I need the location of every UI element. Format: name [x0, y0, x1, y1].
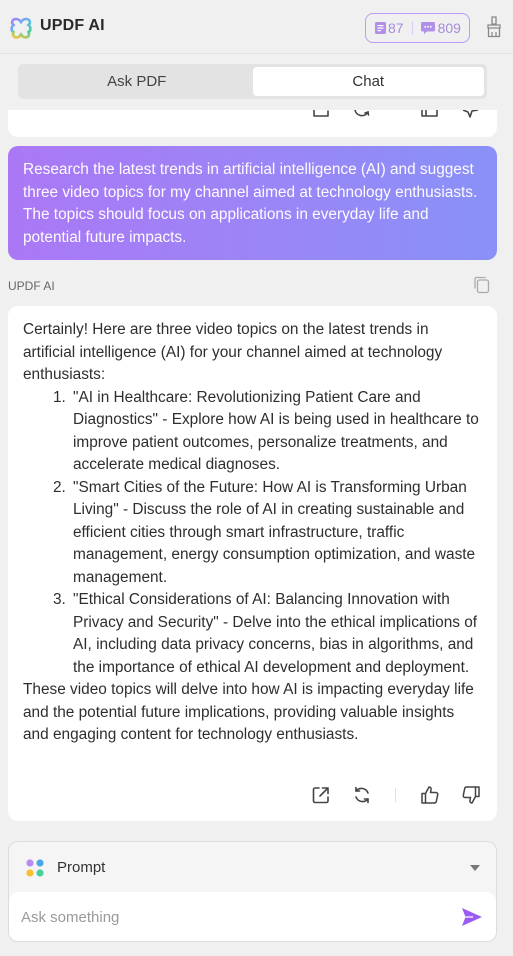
input-row [9, 892, 496, 941]
clear-chat-brush-icon[interactable] [485, 15, 503, 39]
chat-quota-count: 809 [437, 20, 461, 36]
tab-ask-pdf[interactable]: Ask PDF [21, 67, 253, 96]
thumbs-down-icon[interactable] [460, 784, 482, 806]
response-intro: Certainly! Here are three video topics o… [23, 321, 443, 383]
list-item-text: "AI in Healthcare: Revolutionizing Patie… [73, 388, 479, 474]
list-item: 3. "Ethical Considerations of AI: Balanc… [53, 589, 483, 679]
thumbs-down-icon[interactable] [460, 110, 482, 120]
thumbs-up-icon[interactable] [419, 784, 441, 806]
export-icon[interactable] [310, 784, 332, 806]
ask-input[interactable] [21, 904, 441, 930]
prompt-selector[interactable]: Prompt [9, 842, 496, 892]
tab-chat[interactable]: Chat [252, 67, 484, 96]
app-title: UPDF AI [40, 17, 105, 34]
chevron-down-icon [470, 865, 480, 871]
header: UPDF AI 87 809 [0, 0, 513, 54]
copy-icon[interactable] [471, 275, 491, 295]
previous-response-card [8, 110, 497, 137]
list-item: 2. "Smart Cities of the Future: How AI i… [53, 477, 483, 590]
quota-badge[interactable]: 87 809 [365, 13, 470, 43]
updf-logo-icon [10, 17, 32, 39]
response-outro: These video topics will delve into how A… [23, 681, 474, 743]
regenerate-icon[interactable] [351, 110, 373, 120]
mode-tabs: Ask PDF Chat [18, 64, 487, 99]
list-item: 1. "AI in Healthcare: Revolutionizing Pa… [53, 387, 483, 477]
list-item-text: "Ethical Considerations of AI: Balancing… [73, 591, 478, 676]
send-icon[interactable] [461, 907, 483, 927]
thumbs-up-icon[interactable] [419, 110, 441, 120]
chat-composer: Prompt [8, 841, 497, 942]
regenerate-icon[interactable] [351, 784, 373, 806]
export-icon[interactable] [310, 110, 332, 120]
actions-divider [395, 788, 396, 802]
list-item-number: 1. [53, 388, 66, 406]
ai-sender-label: UPDF AI [8, 279, 55, 293]
list-item-number: 2. [53, 478, 66, 496]
chat-bubble-icon [420, 22, 435, 34]
pdf-quota-count: 87 [388, 20, 404, 36]
pdf-document-icon [375, 22, 386, 34]
user-message-bubble: Research the latest trends in artificial… [8, 146, 497, 260]
prompt-dots-icon [26, 859, 44, 877]
video-topic-list: 1. "AI in Healthcare: Revolutionizing Pa… [23, 387, 483, 680]
list-item-number: 3. [53, 591, 66, 608]
ai-response-card: Certainly! Here are three video topics o… [8, 306, 497, 821]
response-actions [310, 784, 490, 806]
quota-divider [411, 21, 413, 35]
list-item-text: "Smart Cities of the Future: How AI is T… [73, 478, 476, 586]
prompt-label: Prompt [57, 859, 106, 876]
